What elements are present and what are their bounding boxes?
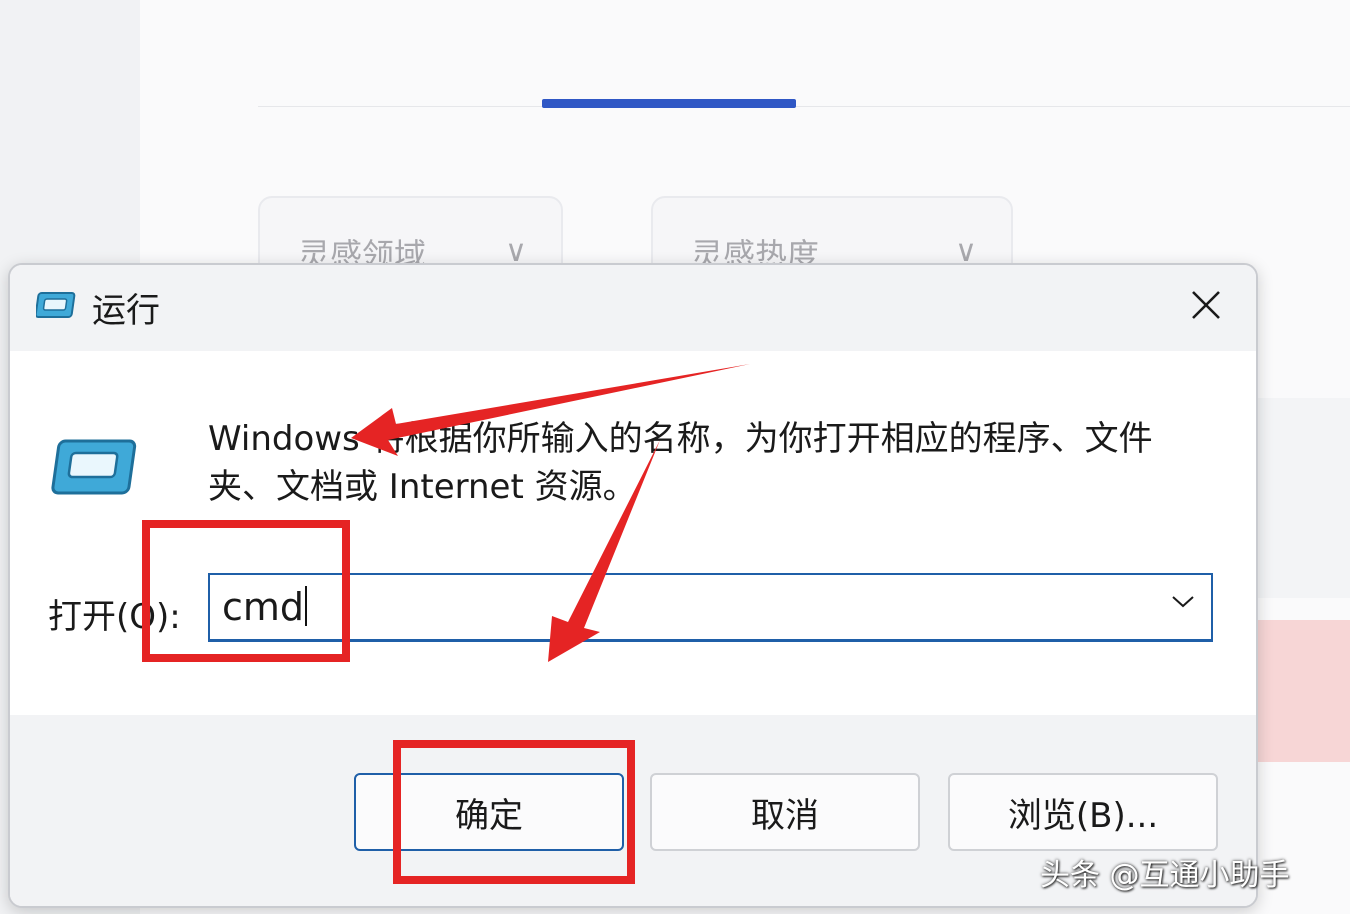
run-app-icon <box>50 437 142 503</box>
highlight-box-ok <box>393 740 635 884</box>
chevron-down-icon[interactable] <box>1171 593 1195 613</box>
dialog-titlebar[interactable]: 运行 <box>10 265 1256 351</box>
background-tab-divider <box>258 106 1350 107</box>
watermark: 头条 @互通小助手 <box>1040 858 1290 893</box>
run-app-icon <box>34 291 78 325</box>
background-active-tab-indicator <box>542 99 796 108</box>
background-pink-block <box>1258 620 1350 762</box>
close-icon <box>1190 289 1222 325</box>
dialog-title: 运行 <box>92 291 160 331</box>
background-panel <box>1258 398 1350 598</box>
highlight-box-input <box>142 520 350 662</box>
browse-button[interactable]: 浏览(B)... <box>948 773 1218 851</box>
cancel-button[interactable]: 取消 <box>650 773 920 851</box>
close-button[interactable] <box>1178 279 1234 335</box>
dialog-description: Windows 将根据你所输入的名称，为你打开相应的程序、文件夹、文档或 Int… <box>208 419 1153 507</box>
open-command-input[interactable]: cmd <box>208 573 1213 642</box>
